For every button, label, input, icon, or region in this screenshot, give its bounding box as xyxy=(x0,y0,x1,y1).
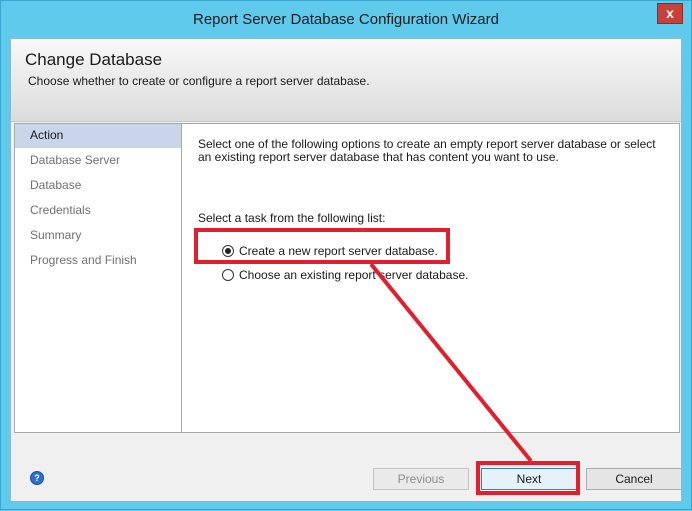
previous-button[interactable]: Previous xyxy=(373,468,469,490)
page-header: Change Database Choose whether to create… xyxy=(11,39,681,122)
page-title: Change Database xyxy=(25,50,163,69)
content-panel: Select one of the following options to c… xyxy=(182,123,680,433)
nav-item-progress-and-finish[interactable]: Progress and Finish xyxy=(15,249,181,273)
nav-item-database[interactable]: Database xyxy=(15,174,181,198)
wizard-footer: ? Previous Next Cancel xyxy=(11,436,682,501)
close-icon: x xyxy=(666,5,674,21)
nav-item-action[interactable]: Action xyxy=(15,124,181,148)
task-list-label: Select a task from the following list: xyxy=(198,211,386,225)
nav-item-credentials[interactable]: Credentials xyxy=(15,199,181,223)
wizard-window: Report Server Database Configuration Wiz… xyxy=(0,0,692,510)
action-description: Select one of the following options to c… xyxy=(198,137,656,164)
radio-choose-existing[interactable] xyxy=(222,269,234,281)
cancel-button[interactable]: Cancel xyxy=(586,468,682,490)
close-button[interactable]: x xyxy=(657,3,683,24)
nav-item-database-server[interactable]: Database Server xyxy=(15,149,181,173)
radio-create-new[interactable] xyxy=(222,245,234,257)
help-icon[interactable]: ? xyxy=(30,471,44,485)
nav-item-summary[interactable]: Summary xyxy=(15,224,181,248)
option-create-new-label[interactable]: Create a new report server database. xyxy=(239,244,438,258)
window-title: Report Server Database Configuration Wiz… xyxy=(193,11,499,28)
wizard-client-area: Change Database Choose whether to create… xyxy=(10,38,682,502)
wizard-steps-nav: Action Database Server Database Credenti… xyxy=(14,123,182,433)
title-bar[interactable]: Report Server Database Configuration Wiz… xyxy=(1,1,691,37)
option-choose-existing-label[interactable]: Choose an existing report server databas… xyxy=(239,268,468,282)
page-subtitle: Choose whether to create or configure a … xyxy=(28,74,370,88)
next-button[interactable]: Next xyxy=(481,468,577,490)
